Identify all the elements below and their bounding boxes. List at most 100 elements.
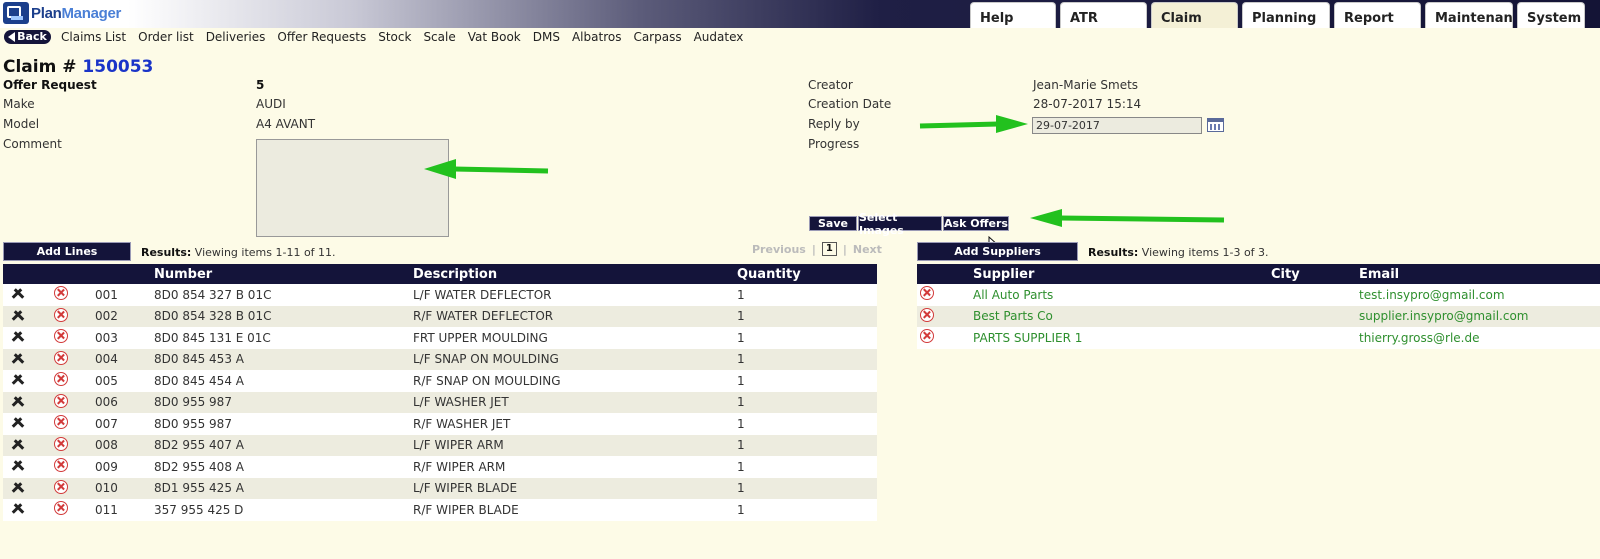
add-suppliers-button[interactable]: Add Suppliers bbox=[917, 242, 1078, 261]
col-supplier[interactable]: Supplier bbox=[973, 264, 1271, 284]
col-city[interactable]: City bbox=[1271, 264, 1359, 284]
tab-planning[interactable]: Planning bbox=[1242, 2, 1330, 28]
menu-vat-book[interactable]: Vat Book bbox=[468, 30, 521, 44]
table-row: 006 8D0 955 987 L/F WASHER JET 1 bbox=[3, 391, 877, 414]
offer-request-value: 5 bbox=[256, 78, 265, 92]
table-row: 011 357 955 425 D R/F WIPER BLADE 1 bbox=[3, 499, 877, 521]
line-description: L/F SNAP ON MOULDING bbox=[413, 348, 737, 371]
col-quantity[interactable]: Quantity bbox=[737, 264, 877, 284]
col-description[interactable]: Description bbox=[413, 264, 737, 284]
delete-icon[interactable] bbox=[54, 286, 68, 300]
supplier-city bbox=[1271, 284, 1359, 306]
delete-icon[interactable] bbox=[54, 350, 68, 365]
menu-stock[interactable]: Stock bbox=[378, 30, 411, 44]
save-button[interactable]: Save bbox=[809, 216, 857, 231]
col-email[interactable]: Email bbox=[1359, 264, 1600, 284]
tab-report[interactable]: Report bbox=[1334, 2, 1421, 28]
edit-tools-icon[interactable] bbox=[11, 286, 25, 300]
line-description: R/F SNAP ON MOULDING bbox=[413, 370, 737, 392]
menu-claims-list[interactable]: Claims List bbox=[61, 30, 126, 44]
tab-claim[interactable]: Claim bbox=[1151, 2, 1238, 28]
table-row: 010 8D1 955 425 A L/F WIPER BLADE 1 bbox=[3, 477, 877, 500]
delete-icon[interactable] bbox=[920, 307, 934, 322]
line-quantity: 1 bbox=[737, 370, 877, 392]
edit-tools-icon[interactable] bbox=[11, 394, 25, 408]
lines-results-text: Results: Viewing items 1-11 of 11. bbox=[141, 246, 336, 259]
delete-icon[interactable] bbox=[54, 393, 68, 408]
delete-icon[interactable] bbox=[54, 329, 68, 344]
edit-tools-icon[interactable] bbox=[11, 415, 25, 429]
table-row: 009 8D2 955 408 A R/F WIPER ARM 1 bbox=[3, 456, 877, 478]
reply-by-date-input[interactable]: 29-07-2017 bbox=[1032, 117, 1202, 134]
table-row: 005 8D0 845 454 A R/F SNAP ON MOULDING 1 bbox=[3, 370, 877, 392]
edit-tools-icon[interactable] bbox=[11, 437, 25, 451]
line-index: 010 bbox=[95, 477, 154, 500]
edit-tools-icon[interactable] bbox=[11, 329, 25, 343]
line-description: L/F WIPER BLADE bbox=[413, 477, 737, 500]
page-1-link[interactable]: 1 bbox=[821, 242, 837, 256]
line-index: 003 bbox=[95, 327, 154, 349]
line-index: 004 bbox=[95, 348, 154, 371]
menu-order-list[interactable]: Order list bbox=[138, 30, 194, 44]
edit-tools-icon[interactable] bbox=[11, 501, 25, 515]
edit-tools-icon[interactable] bbox=[11, 458, 25, 472]
supplier-email-link[interactable]: supplier.insypro@gmail.com bbox=[1359, 305, 1600, 328]
creator-value: Jean-Marie Smets bbox=[1033, 78, 1139, 92]
table-row: 002 8D0 854 328 B 01C R/F WATER DEFLECTOR 1 bbox=[3, 305, 877, 328]
supplier-email-link[interactable]: thierry.gross@rle.de bbox=[1359, 327, 1600, 349]
ask-offers-button[interactable]: Ask Offers bbox=[943, 216, 1009, 231]
previous-link[interactable]: Previous bbox=[752, 243, 806, 256]
tab-system[interactable]: System bbox=[1517, 2, 1585, 28]
delete-icon[interactable] bbox=[54, 458, 68, 473]
select-images-button[interactable]: Select Images bbox=[858, 211, 942, 237]
supplier-name-link[interactable]: PARTS SUPPLIER 1 bbox=[973, 327, 1271, 349]
tab-help[interactable]: Help bbox=[970, 2, 1056, 28]
menu-audatex[interactable]: Audatex bbox=[694, 30, 744, 44]
page-title: Claim # 150053 bbox=[3, 57, 154, 77]
lines-table: Number Description Quantity 001 8D0 854 3… bbox=[3, 264, 877, 521]
menu-scale[interactable]: Scale bbox=[423, 30, 455, 44]
line-description: R/F WASHER JET bbox=[413, 413, 737, 435]
delete-icon[interactable] bbox=[54, 372, 68, 387]
menu-dms[interactable]: DMS bbox=[533, 30, 560, 44]
edit-tools-icon[interactable] bbox=[11, 480, 25, 494]
supplier-email-link[interactable]: test.insypro@gmail.com bbox=[1359, 284, 1600, 306]
progress-label: Progress bbox=[808, 137, 860, 151]
menu-albatros[interactable]: Albatros bbox=[572, 30, 621, 44]
col-number[interactable]: Number bbox=[154, 264, 413, 284]
annotation-arrow-icon bbox=[1030, 209, 1225, 227]
delete-icon[interactable] bbox=[920, 286, 934, 300]
edit-tools-icon[interactable] bbox=[11, 351, 25, 365]
calendar-icon[interactable] bbox=[1207, 118, 1224, 132]
menu-carpass[interactable]: Carpass bbox=[633, 30, 681, 44]
line-quantity: 1 bbox=[737, 305, 877, 328]
comment-textarea[interactable] bbox=[256, 139, 449, 237]
menu-deliveries[interactable]: Deliveries bbox=[206, 30, 266, 44]
tab-maintenance[interactable]: Maintenance bbox=[1425, 2, 1513, 28]
creation-date-label: Creation Date bbox=[808, 97, 892, 111]
delete-icon[interactable] bbox=[54, 479, 68, 494]
line-quantity: 1 bbox=[737, 327, 877, 349]
reply-by-label: Reply by bbox=[808, 117, 860, 131]
delete-icon[interactable] bbox=[920, 329, 934, 344]
next-link[interactable]: Next bbox=[853, 243, 882, 256]
back-button[interactable]: Back bbox=[4, 29, 51, 44]
line-quantity: 1 bbox=[737, 434, 877, 457]
table-row: 007 8D0 955 987 R/F WASHER JET 1 bbox=[3, 413, 877, 435]
edit-tools-icon[interactable] bbox=[11, 372, 25, 386]
add-lines-button[interactable]: Add Lines bbox=[3, 242, 131, 261]
line-description: FRT UPPER MOULDING bbox=[413, 327, 737, 349]
supplier-name-link[interactable]: All Auto Parts bbox=[973, 284, 1271, 306]
menu-offer-requests[interactable]: Offer Requests bbox=[277, 30, 366, 44]
table-row: 001 8D0 854 327 B 01C L/F WATER DEFLECTOR 1 bbox=[3, 284, 877, 306]
delete-icon[interactable] bbox=[54, 501, 68, 516]
make-value: AUDI bbox=[256, 97, 286, 111]
delete-icon[interactable] bbox=[54, 436, 68, 451]
planmanager-logo[interactable]: PlanManager bbox=[3, 2, 121, 24]
delete-icon[interactable] bbox=[54, 307, 68, 322]
supplier-name-link[interactable]: Best Parts Co bbox=[973, 305, 1271, 328]
line-description: L/F WIPER ARM bbox=[413, 434, 737, 457]
tab-atr[interactable]: ATR bbox=[1060, 2, 1147, 28]
edit-tools-icon[interactable] bbox=[11, 308, 25, 322]
delete-icon[interactable] bbox=[54, 415, 68, 430]
